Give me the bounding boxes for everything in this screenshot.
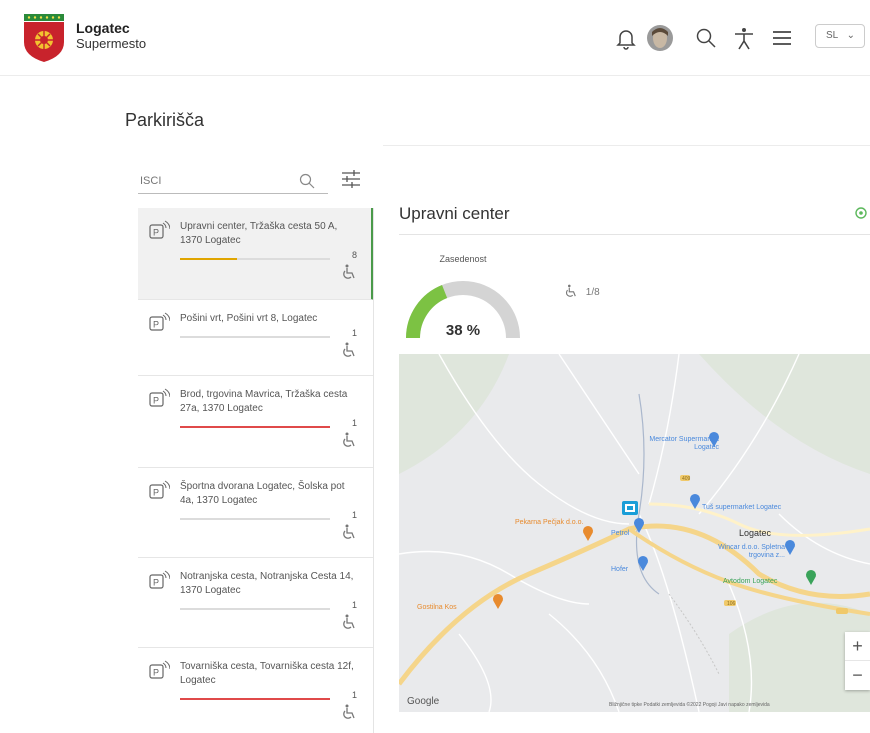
map[interactable]: Mercator Supermarket Logatec Tuš superma… [399,354,870,712]
parking-list-item[interactable]: P Športna dvorana Logatec, Šolska pot 4a,… [138,468,373,558]
filter-icon[interactable] [340,168,362,190]
map-label-hofer[interactable]: Hofer [611,566,628,574]
occupancy-bar [180,336,330,338]
brand[interactable]: Logatec Supermesto [76,20,146,52]
svg-text:P: P [153,228,159,238]
occupancy-bar [180,258,330,260]
map-canvas[interactable] [399,354,870,712]
wheelchair-icon [565,284,576,297]
parking-item-title: Upravni center, Tržaška cesta 50 A, 1370… [180,221,338,246]
chevron-down-icon: ⌄ [846,30,856,41]
spot-count: 1 [352,510,358,520]
accessibility-icon[interactable] [728,22,760,54]
detail-panel: Upravni center Zasedenost 38 % 1/8 Merca… [383,145,870,733]
zoom-in-button[interactable]: + [845,632,870,661]
detail-title: Upravni center [399,204,510,223]
accessible-count: 1/8 [585,287,600,298]
brand-subtitle: Supermesto [76,36,147,51]
svg-text:P: P [153,578,159,588]
parking-icon: P [149,388,170,407]
map-label-gostilna[interactable]: Gostilna Kos [417,604,457,612]
brand-title: Logatec [76,20,130,36]
search-icon[interactable] [690,22,722,54]
page-title: Parkirišča [125,110,205,130]
language-select[interactable]: SL ⌄ [815,24,865,48]
avatar[interactable] [644,22,676,54]
svg-text:P: P [153,396,159,406]
parking-icon: P [149,480,170,499]
spot-count: 1 [352,600,358,610]
parking-list: P Upravni center, Tržaška cesta 50 A, 137… [138,208,374,733]
occupancy-bar-fill [180,258,237,260]
occupancy-bar [180,518,330,520]
parking-icon: P [149,312,170,331]
parking-item-title: Pošini vrt, Pošini vrt 8, Logatec [180,313,318,324]
parking-list-item[interactable]: P Upravni center, Tržaška cesta 50 A, 137… [138,208,373,300]
parking-list-panel: P Upravni center, Tržaška cesta 50 A, 137… [138,148,378,733]
spot-count: 1 [352,418,358,428]
parking-icon: P [149,570,170,589]
spot-count: 1 [352,690,358,700]
occupancy-bar-fill [180,426,330,428]
wheelchair-icon [343,524,355,539]
svg-text:P: P [153,668,159,678]
occupancy-bar [180,426,330,428]
parking-item-title: Notranjska cesta, Notranjska Cesta 14, 1… [180,571,354,596]
bell-icon[interactable] [610,22,642,54]
logo[interactable] [22,12,66,64]
search-input[interactable] [138,172,288,190]
accessible-spots: 1/8 [565,284,600,298]
google-logo: Google [407,696,440,707]
occupancy-bar [180,698,330,700]
spot-count: 8 [352,250,358,260]
map-label-petrol[interactable]: Petrol [611,530,629,538]
road-number: 409 [682,476,691,482]
search-icon[interactable] [298,172,316,190]
map-label-wincar[interactable]: Wincar d.o.o. Spletna trgovina z... [699,544,785,560]
wheelchair-icon [343,342,355,357]
spot-count: 1 [352,328,358,338]
wheelchair-icon [343,432,355,447]
wheelchair-icon [343,614,355,629]
occupancy-gauge: Zasedenost 38 % [403,250,543,350]
svg-text:P: P [153,320,159,330]
divider [399,234,870,235]
map-zoom-controls: + − [845,632,870,690]
search-box [138,168,328,194]
parking-icon: P [149,660,170,679]
parking-list-item[interactable]: P Pošini vrt, Pošini vrt 8, Logatec 1 [138,300,373,376]
parking-list-item[interactable]: P Tovarniška cesta, Tovarniška cesta 12f,… [138,648,373,733]
top-bar: Logatec Supermesto SL ⌄ [0,0,870,76]
occupancy-bar-fill [180,698,330,700]
parking-list-item[interactable]: P Brod, trgovina Mavrica, Tržaška cesta 2… [138,376,373,468]
parking-item-title: Brod, trgovina Mavrica, Tržaška cesta 27… [180,389,348,414]
zoom-out-button[interactable]: − [845,661,870,690]
wheelchair-icon [343,704,355,719]
map-label-avtodom[interactable]: Avtodom Logatec [723,578,777,586]
gauge-value: 38 % [445,322,481,339]
map-label-tus[interactable]: Tuš supermarket Logatec [702,504,781,512]
gauge-label: Zasedenost [439,254,487,264]
map-label-logatec: Logatec [739,528,772,538]
map-label-mercator[interactable]: Mercator Supermarket Logatec [649,436,719,452]
map-attribution[interactable]: Bližnjične tipke Podatki zemljevida ©202… [609,702,770,708]
wheelchair-icon [343,264,355,279]
road-number: 106 [727,601,736,607]
svg-text:P: P [153,488,159,498]
parking-item-title: Športna dvorana Logatec, Šolska pot 4a, … [180,481,345,506]
menu-icon[interactable] [766,22,798,54]
language-value: SL [826,30,838,41]
parking-item-title: Tovarniška cesta, Tovarniška cesta 12f, … [180,661,354,686]
location-pin-icon[interactable] [853,206,869,222]
map-label-pekarna[interactable]: Pekarna Pečjak d.o.o. [515,519,584,527]
parking-icon: P [149,220,170,239]
parking-list-item[interactable]: P Notranjska cesta, Notranjska Cesta 14, … [138,558,373,648]
occupancy-bar [180,608,330,610]
